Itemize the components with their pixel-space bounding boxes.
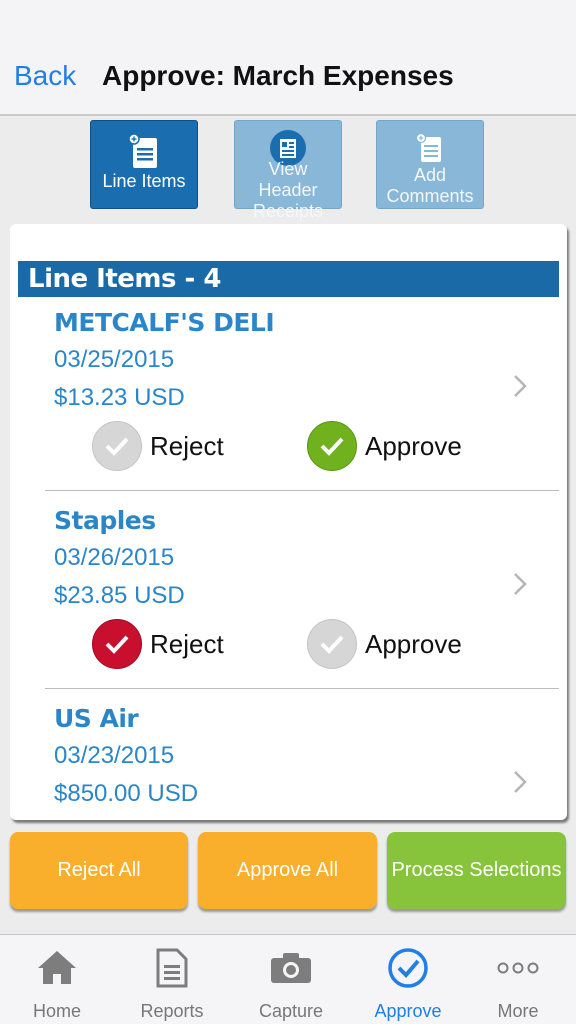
approve-toggle[interactable]	[307, 619, 357, 669]
page-title: Approve: March Expenses	[102, 60, 454, 91]
approve-option[interactable]: Approve	[307, 619, 462, 669]
check-icon	[320, 635, 344, 654]
list-item[interactable]: Staples 03/26/2015 $23.85 USD Reject App…	[10, 506, 567, 704]
tab-label: Approve	[374, 1001, 442, 1021]
reject-option[interactable]: Reject	[92, 421, 224, 471]
reject-all-button[interactable]: Reject All	[10, 832, 188, 909]
tab-capture[interactable]: Capture	[241, 935, 341, 1024]
chevron-right-icon[interactable]	[512, 769, 528, 795]
chevron-right-icon[interactable]	[512, 571, 528, 597]
tab-label: Home	[32, 1001, 81, 1021]
document-add-icon	[128, 133, 157, 168]
reject-toggle[interactable]	[92, 619, 142, 669]
check-icon	[105, 635, 129, 654]
segment-label: View Header Receipts	[252, 159, 324, 221]
reports-icon	[156, 948, 188, 988]
approve-option[interactable]: Approve	[307, 421, 462, 471]
line-items-card: Line Items - 4 METCALF'S DELI 03/25/2015…	[10, 224, 567, 820]
section-header: Line Items - 4	[18, 261, 559, 297]
tab-home[interactable]: Home	[7, 935, 107, 1024]
camera-icon	[271, 953, 311, 983]
divider	[45, 490, 559, 491]
divider	[45, 688, 559, 689]
reject-option[interactable]: Reject	[92, 619, 224, 669]
back-button[interactable]: Back	[14, 60, 76, 92]
item-amount: $13.23 USD	[54, 384, 185, 411]
segment-view-header-receipts[interactable]: View Header Receipts	[234, 120, 342, 221]
item-date: 03/23/2015	[54, 742, 175, 769]
item-date: 03/26/2015	[54, 544, 175, 571]
segment-label: Line Items	[102, 171, 186, 191]
tab-label: More	[497, 1001, 539, 1021]
reject-label: Reject	[150, 628, 224, 659]
tab-label: Capture	[258, 1001, 324, 1021]
check-icon	[105, 437, 129, 456]
segment-add-comments[interactable]: Add Comments	[376, 120, 484, 209]
comment-add-icon	[415, 132, 441, 162]
approve-check-icon	[388, 948, 428, 988]
reject-toggle[interactable]	[92, 421, 142, 471]
approve-toggle[interactable]	[307, 421, 357, 471]
list-item[interactable]: US Air 03/23/2015 $850.00 USD	[10, 704, 567, 820]
approve-label: Approve	[365, 628, 462, 659]
list-item[interactable]: METCALF'S DELI 03/25/2015 $13.23 USD Rej…	[10, 308, 567, 506]
navigation-bar: Back Approve: March Expenses	[0, 0, 576, 116]
tab-label: Reports	[140, 1001, 204, 1021]
item-date: 03/25/2015	[54, 346, 175, 373]
tab-reports[interactable]: Reports	[122, 935, 222, 1024]
approve-all-button[interactable]: Approve All	[198, 832, 377, 909]
tab-more[interactable]: More	[468, 935, 568, 1024]
segment-label: Add Comments	[386, 165, 474, 206]
check-icon	[320, 437, 344, 456]
tab-bar: Home Reports Capture Approve More	[0, 934, 576, 1024]
more-dots-icon	[497, 962, 539, 974]
chevron-right-icon[interactable]	[512, 373, 528, 399]
segment-line-items[interactable]: Line Items	[90, 120, 198, 209]
item-name: Staples	[54, 506, 156, 535]
item-amount: $850.00 USD	[54, 780, 199, 807]
reject-label: Reject	[150, 430, 224, 461]
home-icon	[38, 951, 76, 984]
process-selections-button[interactable]: Process Selections	[387, 832, 566, 909]
item-name: US Air	[54, 704, 139, 733]
approve-label: Approve	[365, 430, 462, 461]
tab-approve[interactable]: Approve	[358, 935, 458, 1024]
item-amount: $23.85 USD	[54, 582, 185, 609]
item-name: METCALF'S DELI	[54, 308, 275, 337]
